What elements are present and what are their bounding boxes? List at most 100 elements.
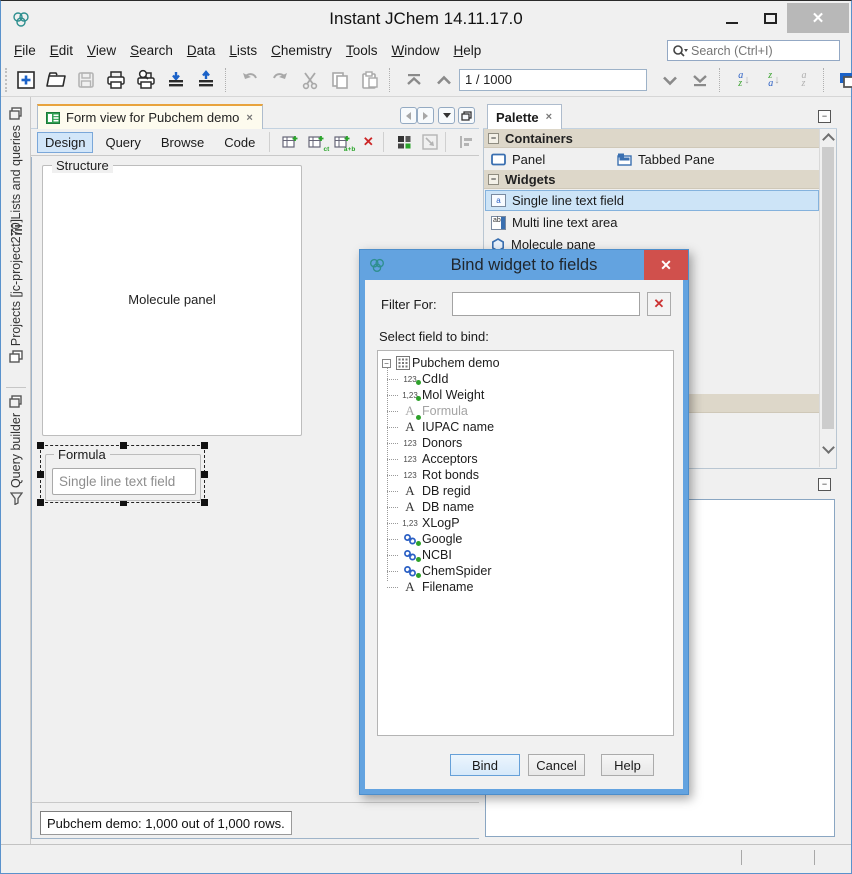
selected-widget[interactable]: Formula Single line text field (40, 445, 205, 503)
palette-section-widgets[interactable]: − Widgets (484, 170, 820, 189)
menu-search[interactable]: Search (123, 40, 180, 61)
minimize-panel-icon[interactable]: − (818, 110, 831, 123)
help-button[interactable]: Help (601, 754, 654, 776)
field-row-mol-weight[interactable]: 1,23Mol Weight (380, 387, 671, 403)
new-form-icon[interactable] (11, 67, 41, 93)
menu-lists[interactable]: Lists (222, 40, 264, 61)
resize-handle[interactable] (201, 471, 208, 478)
show-grid-icon[interactable] (391, 130, 417, 154)
palette-scrollbar[interactable] (819, 129, 836, 467)
sidebar-tab-query-builder[interactable]: Query builder (1, 413, 31, 505)
sidebar-tab-projects[interactable]: Projects [jc-project270] (1, 219, 31, 363)
field-row-db-regid[interactable]: ADB regid (380, 483, 671, 499)
collapse-icon[interactable]: − (488, 174, 499, 185)
dialog-close-button[interactable]: ✕ (644, 250, 688, 280)
next-record-icon[interactable] (655, 67, 685, 93)
menu-file[interactable]: File (7, 40, 43, 61)
add-widget-ct-icon[interactable]: ct (303, 130, 329, 154)
tab-form-view[interactable]: Form view for Pubchem demo × (37, 104, 263, 129)
field-row-google[interactable]: Google (380, 531, 671, 547)
field-row-xlogp[interactable]: 1,23XLogP (380, 515, 671, 531)
collapse-icon[interactable]: − (488, 133, 499, 144)
sort-ascending-icon[interactable]: az↓ (729, 67, 759, 93)
tab-close-icon[interactable]: × (545, 111, 553, 123)
cancel-button[interactable]: Cancel (528, 754, 585, 776)
field-row-formula[interactable]: AFormula (380, 403, 671, 419)
open-icon[interactable] (41, 67, 71, 93)
scroll-tabs-right-icon[interactable] (417, 107, 434, 124)
field-row-chemspider[interactable]: ChemSpider (380, 563, 671, 579)
resize-mode-icon[interactable] (417, 130, 443, 154)
resize-handle[interactable] (37, 499, 44, 506)
scroll-tabs-left-icon[interactable] (400, 107, 417, 124)
remove-widget-icon[interactable]: ✕ (355, 130, 381, 154)
resize-handle[interactable] (201, 442, 208, 449)
field-row-iupac-name[interactable]: AIUPAC name (380, 419, 671, 435)
previous-record-icon[interactable] (429, 67, 459, 93)
palette-item-single-line-text-field[interactable]: a Single line text field (485, 190, 819, 211)
tree-root-row[interactable]: − Pubchem demo (380, 355, 671, 371)
scrollbar-thumb[interactable] (822, 147, 834, 429)
field-row-donors[interactable]: 123Donors (380, 435, 671, 451)
resize-handle[interactable] (37, 471, 44, 478)
maximize-button[interactable] (755, 3, 785, 33)
resize-handle[interactable] (120, 442, 127, 449)
print-icon[interactable] (101, 67, 131, 93)
mode-code[interactable]: Code (216, 132, 263, 153)
align-left-icon[interactable] (453, 130, 479, 154)
add-widget-icon[interactable] (277, 130, 303, 154)
palette-section-containers[interactable]: − Containers (484, 129, 820, 148)
formula-text-field[interactable]: Single line text field (52, 468, 196, 495)
field-row-cdid[interactable]: 123CdId (380, 371, 671, 387)
mode-design[interactable]: Design (37, 132, 93, 153)
menu-chemistry[interactable]: Chemistry (264, 40, 339, 61)
field-tree[interactable]: − Pubchem demo 123CdId 1,23Mol Weight AF… (377, 350, 674, 736)
export-icon[interactable] (191, 67, 221, 93)
field-row-rot-bonds[interactable]: 123Rot bonds (380, 467, 671, 483)
scroll-up-icon[interactable] (822, 133, 835, 146)
minimize-button[interactable] (717, 3, 747, 33)
cut-icon[interactable] (295, 67, 325, 93)
redo-icon[interactable] (265, 67, 295, 93)
add-widget-ab-icon[interactable]: a+b (329, 130, 355, 154)
print-preview-icon[interactable] (131, 67, 161, 93)
import-icon[interactable] (161, 67, 191, 93)
sort-custom-icon[interactable]: az (789, 67, 819, 93)
undo-icon[interactable] (235, 67, 265, 93)
palette-item-multi-line-text-area[interactable]: ab Multi line text area (486, 212, 623, 233)
dialog-title-bar[interactable]: Bind widget to fields (360, 250, 688, 280)
formula-group[interactable]: Formula Single line text field (45, 454, 201, 501)
menu-edit[interactable]: Edit (43, 40, 80, 61)
structure-panel[interactable]: Structure Molecule panel (42, 165, 302, 436)
first-record-icon[interactable] (399, 67, 429, 93)
field-row-db-name[interactable]: ADB name (380, 499, 671, 515)
menu-view[interactable]: View (80, 40, 123, 61)
tab-palette[interactable]: Palette × (487, 104, 562, 129)
search-input[interactable] (691, 44, 839, 58)
menu-help[interactable]: Help (446, 40, 488, 61)
mode-query[interactable]: Query (97, 132, 148, 153)
menu-data[interactable]: Data (180, 40, 223, 61)
bind-button[interactable]: Bind (450, 754, 520, 776)
mode-browse[interactable]: Browse (153, 132, 212, 153)
dock-group-icon[interactable] (9, 107, 23, 120)
reset-window-layout-icon[interactable] (833, 67, 852, 93)
collapse-icon[interactable]: − (382, 359, 391, 368)
paste-icon[interactable] (355, 67, 385, 93)
scroll-down-icon[interactable] (820, 439, 836, 452)
copy-icon[interactable] (325, 67, 355, 93)
tab-list-dropdown-icon[interactable] (438, 107, 455, 124)
field-row-filename[interactable]: AFilename (380, 579, 671, 595)
save-icon[interactable] (71, 67, 101, 93)
clear-filter-button[interactable]: ✕ (647, 292, 671, 316)
quick-search[interactable] (667, 40, 840, 61)
palette-item-panel[interactable]: Panel (486, 149, 550, 170)
minimize-panel-icon[interactable]: − (818, 478, 831, 491)
close-button[interactable]: ✕ (787, 3, 849, 33)
record-counter-input[interactable] (459, 69, 647, 91)
tab-close-icon[interactable]: × (245, 112, 253, 124)
field-row-ncbi[interactable]: NCBI (380, 547, 671, 563)
last-record-icon[interactable] (685, 67, 715, 93)
resize-handle[interactable] (37, 442, 44, 449)
filter-input[interactable] (452, 292, 640, 316)
